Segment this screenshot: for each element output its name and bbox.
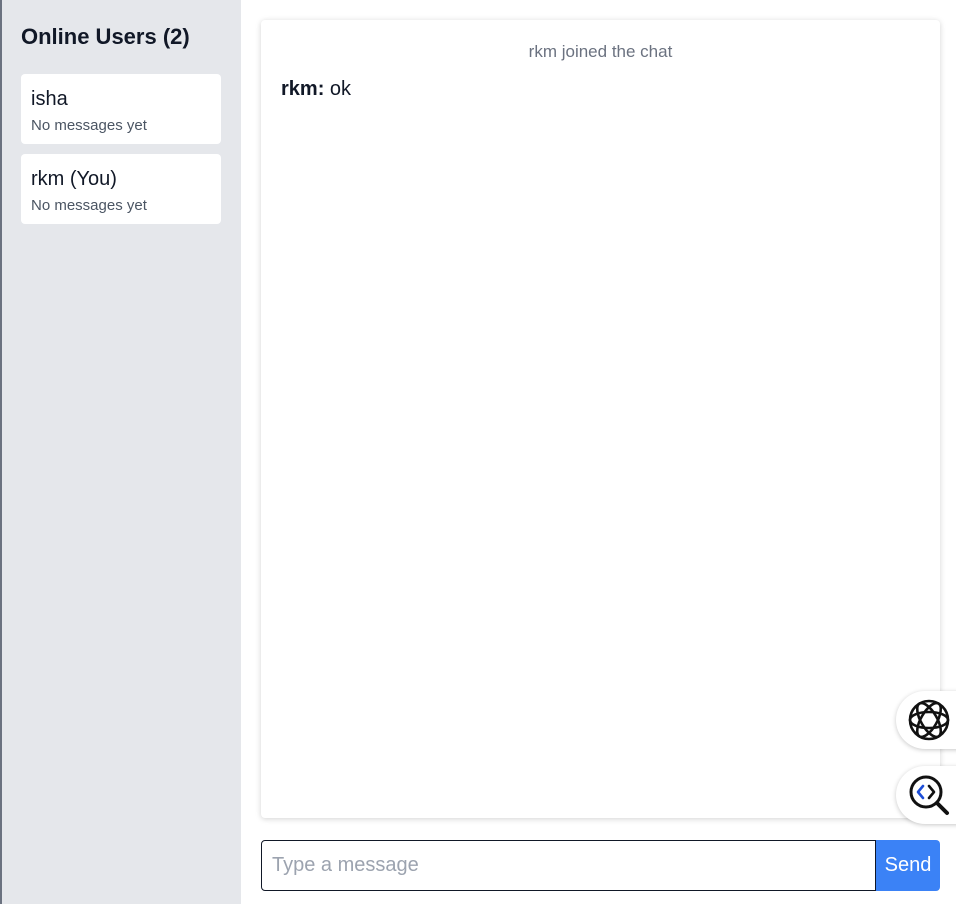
user-name: isha bbox=[31, 88, 68, 110]
online-users-title: Online Users (2) bbox=[21, 24, 190, 49]
chat-app: Online Users (2) isha No messages yet rk… bbox=[0, 0, 956, 904]
message-input[interactable] bbox=[261, 840, 876, 891]
chat-message: rkm: ok bbox=[281, 78, 351, 101]
message-text: ok bbox=[329, 78, 352, 100]
online-users-sidebar: Online Users (2) isha No messages yet rk… bbox=[2, 0, 241, 904]
user-card-rkm[interactable]: rkm (You) No messages yet bbox=[21, 154, 221, 224]
message-sender: rkm: bbox=[281, 78, 325, 100]
send-button[interactable]: Send bbox=[876, 840, 940, 891]
ai-assistant-widget[interactable] bbox=[896, 691, 956, 749]
user-last-message: No messages yet bbox=[31, 117, 147, 134]
ai-assistant-icon bbox=[908, 699, 950, 741]
system-message: rkm joined the chat bbox=[528, 42, 673, 61]
user-name: rkm (You) bbox=[31, 168, 117, 190]
code-search-widget[interactable] bbox=[896, 766, 956, 824]
user-last-message: No messages yet bbox=[31, 197, 147, 214]
code-search-icon bbox=[909, 775, 949, 815]
user-card-isha[interactable]: isha No messages yet bbox=[21, 74, 221, 144]
chat-messages-panel[interactable]: rkm joined the chat rkm: ok bbox=[261, 20, 940, 818]
